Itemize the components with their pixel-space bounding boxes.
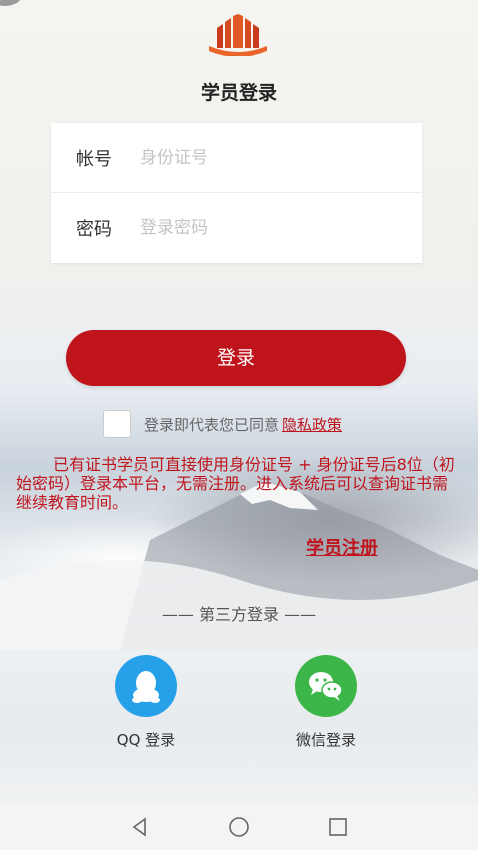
login-notice: 已有证书学员可直接使用身份证号 + 身份证号后8位（初始密码）登录本平台，无需注… [16, 455, 455, 512]
qq-login-label: QQ 登录 [116, 731, 176, 749]
third-party-title: —— 第三方登录 —— [161, 605, 317, 624]
wechat-icon[interactable] [295, 655, 357, 717]
privacy-policy-link[interactable]: 隐私政策 [282, 414, 342, 435]
password-label: 密码 [76, 218, 112, 240]
logo-icon [209, 14, 267, 56]
account-input[interactable] [138, 146, 402, 169]
login-form: 帐号 密码 [51, 123, 422, 263]
back-nav-icon[interactable] [128, 815, 152, 839]
system-nav-bar [0, 803, 478, 850]
agreement-row: 登录即代表您已同意 隐私政策 [103, 410, 342, 438]
agreement-checkbox[interactable] [103, 410, 131, 438]
agreement-text: 登录即代表您已同意 [144, 415, 280, 434]
qq-login-button[interactable]: QQ 登录 [86, 655, 206, 750]
qq-icon[interactable] [115, 655, 177, 717]
account-row: 帐号 [51, 123, 422, 192]
wechat-login-button[interactable]: 微信登录 [266, 655, 386, 750]
home-nav-icon[interactable] [227, 815, 251, 839]
password-input[interactable] [138, 216, 402, 239]
account-label: 帐号 [76, 148, 112, 170]
recents-nav-icon[interactable] [326, 815, 350, 839]
register-link[interactable]: 学员注册 [306, 534, 378, 560]
wechat-login-label: 微信登录 [295, 731, 356, 749]
login-button[interactable]: 登录 [66, 330, 406, 386]
corner-indicator [0, 0, 22, 6]
page-title: 学员登录 [200, 82, 277, 104]
password-row: 密码 [51, 192, 422, 262]
